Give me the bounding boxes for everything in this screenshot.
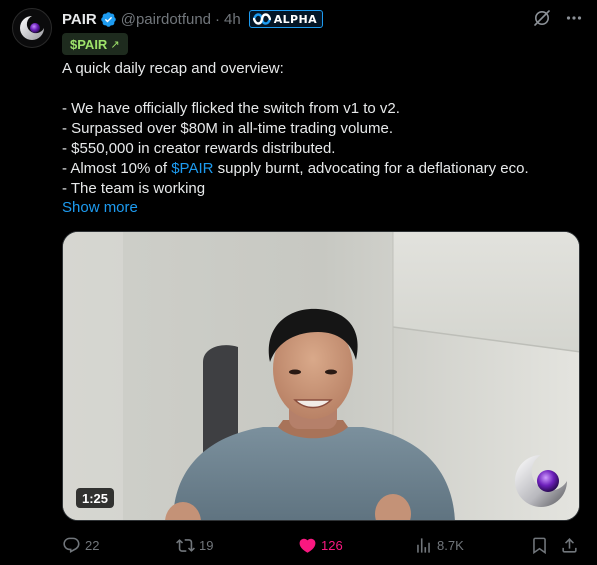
- cashtag-link[interactable]: $PAIR: [171, 160, 213, 177]
- grok-icon[interactable]: [533, 9, 551, 32]
- tweet-text-line: - Almost 10% of $PAIR supply burnt, advo…: [62, 159, 582, 179]
- video-duration: 1:25: [76, 488, 115, 508]
- verified-badge-icon: [100, 11, 117, 28]
- tweet-text-line: A quick daily recap and overview:: [62, 60, 284, 77]
- timestamp[interactable]: 4h: [224, 11, 241, 28]
- display-name[interactable]: PAIR: [62, 11, 97, 28]
- video-player[interactable]: 1:25: [62, 231, 580, 521]
- tweet-actions: 22 19 126 8.7K: [62, 535, 582, 555]
- bookmark-icon: [533, 537, 546, 554]
- show-more-link[interactable]: Show more: [62, 198, 138, 218]
- share-icon: [562, 537, 577, 553]
- repost-icon: [176, 538, 195, 552]
- alpha-badge-label: ALPHA: [273, 12, 318, 26]
- bookmark-button[interactable]: [530, 535, 549, 555]
- cashtag-chip-label: $PAIR: [70, 36, 108, 52]
- pair-watermark-icon: [515, 455, 567, 507]
- repost-count: 19: [199, 537, 214, 553]
- cashtag-chip[interactable]: $PAIR ↗: [62, 33, 128, 55]
- tweet-text-line: - We have officially flicked the switch …: [62, 100, 400, 117]
- tweet-text-line: - $550,000 in creator rewards distribute…: [62, 140, 336, 157]
- avatar[interactable]: [12, 8, 52, 48]
- heart-icon: [299, 538, 316, 553]
- handle[interactable]: @pairdotfund: [121, 11, 211, 28]
- video-frame: [63, 232, 579, 520]
- tweet-text-line: - The team is working: [62, 180, 206, 197]
- alpha-badge[interactable]: ALPHA: [248, 10, 324, 28]
- alpha-logo-icon: [252, 13, 271, 25]
- tweet-text: A quick daily recap and overview: - We h…: [62, 59, 582, 199]
- tweet-text-fragment: supply burnt, advocating for a deflation…: [213, 160, 529, 177]
- pair-logo-icon: [20, 16, 44, 40]
- views-button[interactable]: 8.7K: [414, 535, 464, 555]
- reply-icon: [63, 537, 80, 553]
- separator-dot: ·: [215, 10, 221, 28]
- tweet[interactable]: PAIR @pairdotfund · 4h ALPHA $PAIR ↗ A q…: [0, 0, 597, 565]
- share-button[interactable]: [560, 535, 579, 555]
- reply-count: 22: [85, 537, 100, 553]
- more-icon[interactable]: [565, 9, 583, 32]
- tweet-text-line: - Surpassed over $80M in all-time tradin…: [62, 120, 393, 137]
- tweet-text-fragment: - Almost 10% of: [62, 160, 172, 177]
- views-icon: [417, 537, 430, 553]
- like-count: 126: [321, 537, 343, 553]
- tweet-top-actions: [533, 9, 583, 32]
- like-button[interactable]: 126: [298, 535, 343, 555]
- arrow-up-right-icon: ↗: [110, 38, 120, 51]
- repost-button[interactable]: 19: [176, 535, 213, 555]
- views-count: 8.7K: [437, 537, 464, 553]
- reply-button[interactable]: 22: [62, 535, 99, 555]
- tweet-header: PAIR @pairdotfund · 4h ALPHA: [62, 9, 324, 29]
